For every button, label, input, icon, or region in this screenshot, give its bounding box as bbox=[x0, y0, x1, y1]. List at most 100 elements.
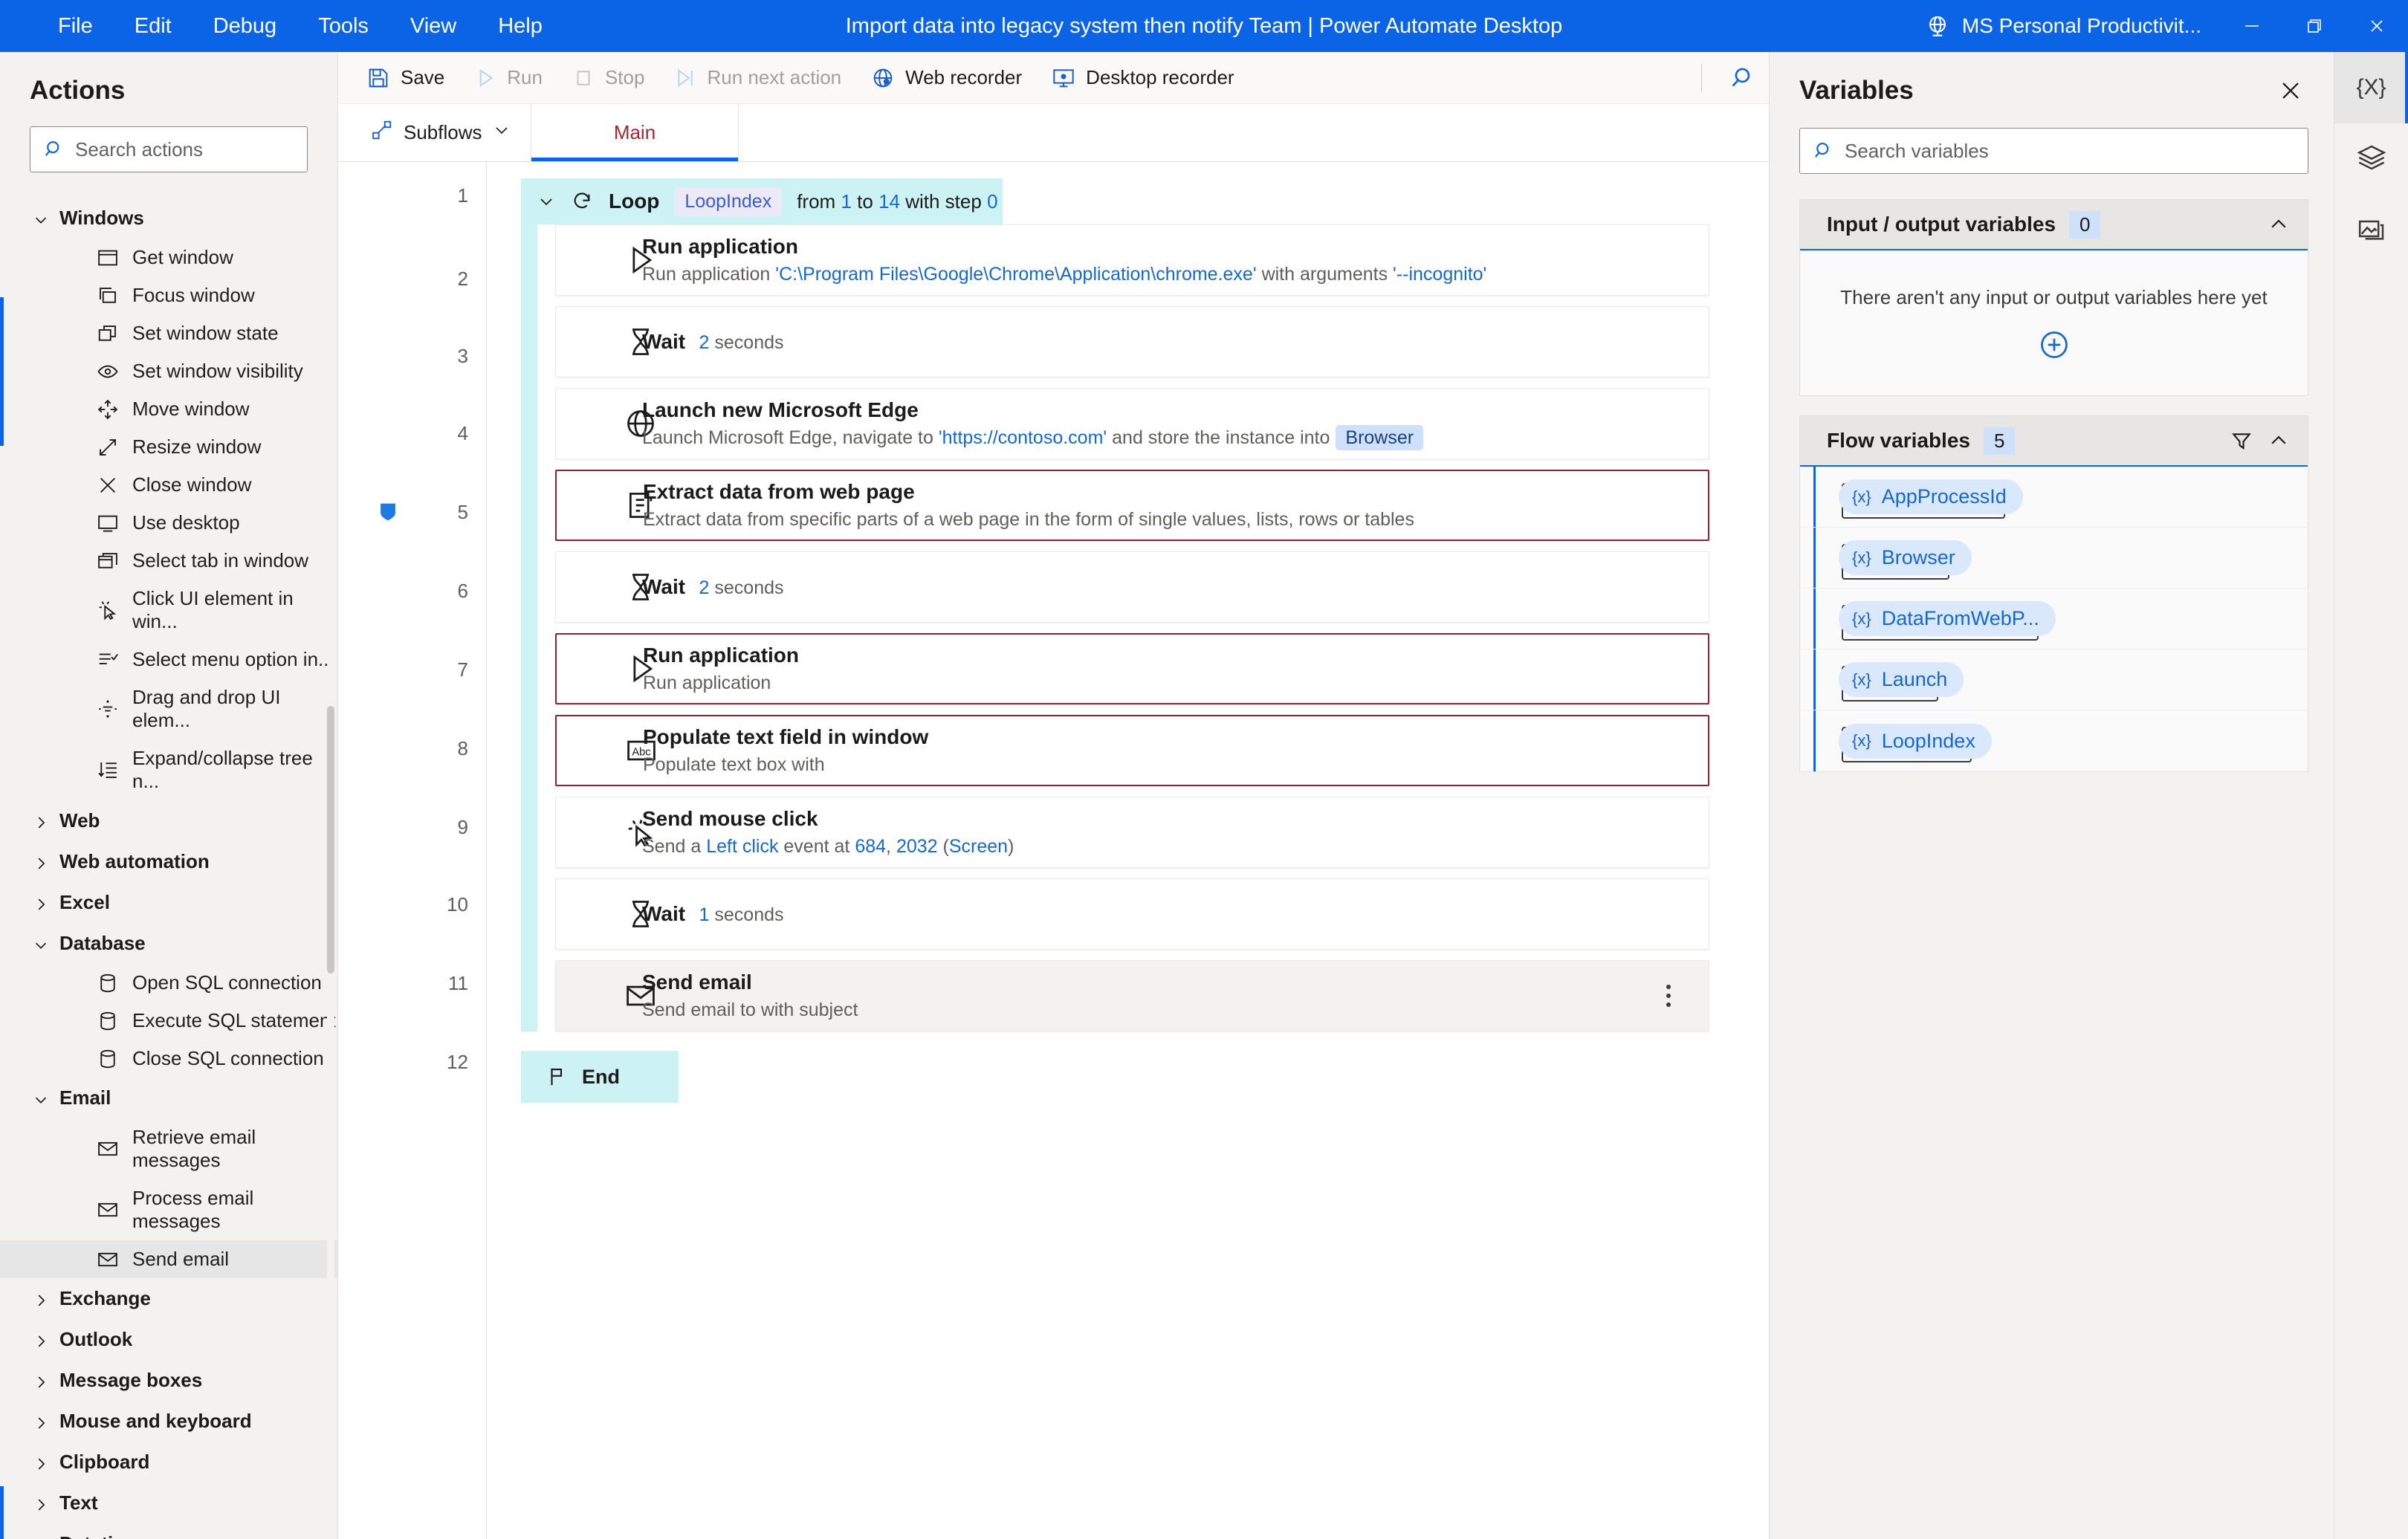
tab-main[interactable]: Main bbox=[531, 104, 739, 161]
loop-end-block[interactable]: End bbox=[521, 1051, 679, 1103]
action-item-close-window[interactable]: Close window bbox=[0, 466, 337, 504]
stop-button[interactable]: Stop bbox=[557, 52, 660, 104]
action-row[interactable]: Wait 1 seconds bbox=[555, 878, 1709, 950]
action-item-move-window[interactable]: Move window bbox=[0, 390, 337, 428]
actions-group-excel[interactable]: Excel bbox=[0, 882, 337, 923]
flow-variables-header[interactable]: Flow variables 5 bbox=[1800, 416, 2308, 467]
action-row[interactable]: Wait 2 seconds bbox=[555, 551, 1709, 623]
action-item-close-sql-connection[interactable]: Close SQL connection bbox=[0, 1040, 337, 1078]
chevron-up-icon[interactable] bbox=[2268, 213, 2290, 236]
actions-group-email[interactable]: Email bbox=[0, 1078, 337, 1118]
actions-group-windows[interactable]: Windows bbox=[0, 198, 337, 239]
variables-search-wrap bbox=[1770, 128, 2334, 199]
rail-images-button[interactable] bbox=[2334, 195, 2408, 266]
search-actions-input[interactable] bbox=[75, 137, 298, 161]
actions-group-web-automation[interactable]: Web automation bbox=[0, 841, 337, 882]
action-item-open-sql-connection[interactable]: Open SQL connection bbox=[0, 964, 337, 1002]
rail-variables-button[interactable]: {X} bbox=[2334, 52, 2408, 123]
loop-header[interactable]: Loop LoopIndex from 1 to 14 with step 0 bbox=[521, 178, 1003, 224]
subflows-dropdown[interactable]: Subflows bbox=[338, 104, 531, 161]
variable-pill[interactable]: {x} Browser bbox=[1839, 540, 1972, 575]
action-item-select-tab-in-window[interactable]: Select tab in window bbox=[0, 542, 337, 580]
flow-variable-row[interactable]: {x} AppProcessId bbox=[1800, 467, 2308, 528]
action-item-expand-collapse-tree-n[interactable]: Expand/collapse tree n... bbox=[0, 739, 337, 800]
action-row[interactable]: Run application Run application bbox=[555, 633, 1709, 704]
action-item-drag-and-drop-ui-elem[interactable]: Drag and drop UI elem... bbox=[0, 678, 337, 739]
action-7-param: Screen bbox=[948, 835, 1009, 857]
action-row[interactable]: Send mouse click Send a Left click event… bbox=[555, 797, 1709, 868]
action-item-get-window[interactable]: Get window bbox=[0, 239, 337, 276]
loop-variable-chip[interactable]: LoopIndex bbox=[674, 187, 783, 216]
flow-variable-row[interactable]: {x} DataFromWebP... bbox=[1800, 589, 2308, 649]
variable-pill[interactable]: {x} AppProcessId bbox=[1839, 479, 2023, 514]
run-button[interactable]: Run bbox=[459, 52, 557, 104]
action-item-click-ui-element-in-win[interactable]: Click UI element in win... bbox=[0, 580, 337, 641]
action-item-execute-sql-statement[interactable]: Execute SQL statement bbox=[0, 1002, 337, 1040]
action-item-set-window-visibility[interactable]: Set window visibility bbox=[0, 352, 337, 390]
action-item-retrieve-email-messages[interactable]: Retrieve email messages bbox=[0, 1118, 337, 1179]
action-row[interactable]: Extract data from web page Extract data … bbox=[555, 470, 1709, 541]
close-button[interactable] bbox=[2346, 0, 2408, 52]
action-row[interactable]: Run application Run application 'C:\Prog… bbox=[555, 224, 1709, 296]
chevron-up-icon[interactable] bbox=[2268, 430, 2290, 452]
action-item-set-window-state[interactable]: Set window state bbox=[0, 314, 337, 352]
restore-button[interactable] bbox=[2283, 0, 2346, 52]
menu-item-tools[interactable]: Tools bbox=[314, 10, 373, 43]
action-row[interactable]: Abc Populate text field in window Popula… bbox=[555, 715, 1709, 786]
plus-circle-icon[interactable] bbox=[2038, 328, 2071, 361]
loop-container: Loop LoopIndex from 1 to 14 with step 0 bbox=[521, 178, 1709, 1042]
kebab-menu-icon[interactable] bbox=[1648, 985, 1689, 1007]
actions-group-outlook[interactable]: Outlook bbox=[0, 1319, 337, 1360]
variable-pill[interactable]: {x} Launch bbox=[1839, 662, 1964, 697]
menu-item-view[interactable]: View bbox=[406, 10, 461, 43]
io-variables-header[interactable]: Input / output variables 0 bbox=[1800, 200, 2308, 250]
actions-group-mouse-and-keyboard[interactable]: Mouse and keyboard bbox=[0, 1401, 337, 1442]
action-item-focus-window[interactable]: Focus window bbox=[0, 276, 337, 314]
actions-group-text[interactable]: Text bbox=[0, 1483, 337, 1523]
flow-variable-row[interactable]: {x} Launch bbox=[1800, 649, 2308, 710]
actions-group-datetime[interactable]: Datetime bbox=[0, 1523, 337, 1539]
action-item-process-email-messages[interactable]: Process email messages bbox=[0, 1179, 337, 1240]
actions-group-exchange[interactable]: Exchange bbox=[0, 1278, 337, 1319]
run-next-action-button[interactable]: Run next action bbox=[659, 52, 856, 104]
flow-variable-row[interactable]: {x} Browser bbox=[1800, 528, 2308, 589]
menu-item-edit[interactable]: Edit bbox=[130, 10, 176, 43]
search-icon[interactable] bbox=[1714, 52, 1769, 104]
variables-search-box[interactable] bbox=[1799, 128, 2308, 174]
actions-group-database[interactable]: Database bbox=[0, 923, 337, 964]
search-variables-input[interactable] bbox=[1845, 139, 2299, 163]
action-row[interactable]: Wait 2 seconds bbox=[555, 306, 1709, 378]
chevron-down-icon[interactable] bbox=[537, 192, 555, 210]
actions-group-web[interactable]: Web bbox=[0, 800, 337, 841]
action-2-chip[interactable]: Browser bbox=[1336, 424, 1424, 450]
web-recorder-button[interactable]: Web recorder bbox=[856, 52, 1037, 104]
action-item-use-desktop[interactable]: Use desktop bbox=[0, 504, 337, 542]
actions-search-box[interactable] bbox=[30, 126, 308, 172]
save-button[interactable]: Save bbox=[352, 52, 459, 104]
actions-group-message-boxes[interactable]: Message boxes bbox=[0, 1360, 337, 1401]
breakpoint-marker[interactable] bbox=[375, 499, 401, 525]
sidebar-scrollbar-thumb[interactable] bbox=[327, 706, 334, 973]
action-item-resize-window[interactable]: Resize window bbox=[0, 428, 337, 466]
menu-item-debug[interactable]: Debug bbox=[209, 10, 281, 43]
flow-variable-row[interactable]: {x} LoopIndex bbox=[1800, 710, 2308, 771]
menu-item-help[interactable]: Help bbox=[493, 10, 547, 43]
variable-pill[interactable]: {x} DataFromWebP... bbox=[1839, 601, 2056, 636]
action-item-select-menu-option-in[interactable]: Select menu option in... bbox=[0, 641, 337, 678]
close-icon[interactable] bbox=[2273, 73, 2308, 108]
action-row[interactable]: Send email Send email to with subject bbox=[555, 960, 1709, 1031]
minimize-button[interactable] bbox=[2221, 0, 2283, 52]
desktop-recorder-button[interactable]: Desktop recorder bbox=[1037, 52, 1249, 104]
actions-group-clipboard[interactable]: Clipboard bbox=[0, 1442, 337, 1483]
environment-indicator[interactable]: MS Personal Productivit... bbox=[1925, 13, 2221, 39]
rail-layers-button[interactable] bbox=[2334, 123, 2408, 195]
variable-prefix: {x} bbox=[1852, 670, 1871, 689]
filter-icon[interactable] bbox=[2230, 430, 2253, 452]
action-8-text: seconds bbox=[709, 904, 784, 925]
variables-braces-icon: {X} bbox=[2356, 75, 2386, 100]
action-item-send-email[interactable]: Send email bbox=[0, 1240, 337, 1278]
menu-item-file[interactable]: File bbox=[54, 10, 97, 43]
close-icon bbox=[97, 474, 119, 496]
action-row[interactable]: Launch new Microsoft Edge Launch Microso… bbox=[555, 388, 1709, 459]
variable-pill[interactable]: {x} LoopIndex bbox=[1839, 723, 1992, 759]
